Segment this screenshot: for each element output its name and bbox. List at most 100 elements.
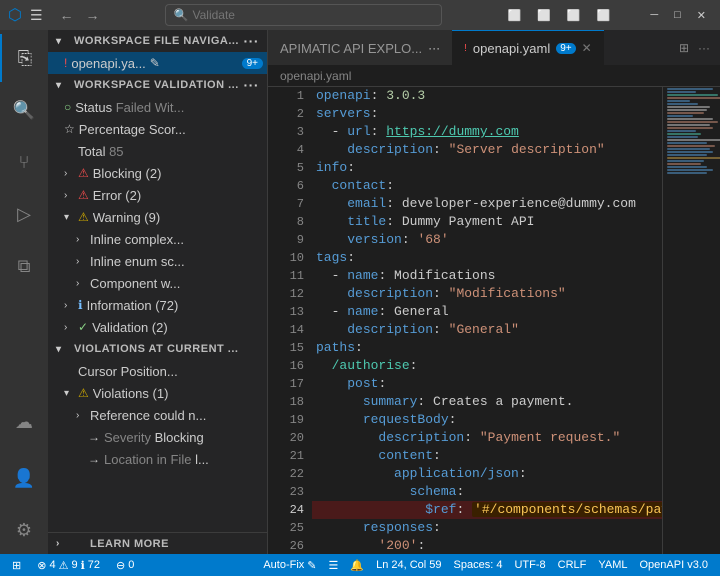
info-count: 72 (88, 559, 100, 571)
code-line-6: contact: (312, 177, 662, 195)
more-options-icon[interactable]: ··· (244, 33, 260, 49)
status-no-problems[interactable]: ⊖ 0 (112, 554, 138, 576)
blocking-error-icon: ⚠ (78, 166, 89, 180)
sidebar-item-warning[interactable]: ▾ ⚠ Warning (9) (48, 206, 267, 228)
tab-apimatic[interactable]: APIMATIC API EXPLO... ··· (268, 30, 452, 65)
chevron-right-icon-inline2: › (76, 256, 88, 267)
activity-search[interactable]: 🔍 (0, 86, 48, 134)
language-label: YAML (598, 559, 627, 571)
status-extension[interactable]: OpenAPI v3.0 (636, 559, 713, 571)
layout-icon-3[interactable]: ⬜ (561, 7, 587, 24)
activity-explorer[interactable]: ⎘ (0, 34, 48, 82)
nav-back-button[interactable]: ← (55, 5, 79, 25)
learn-more-label[interactable]: LEARN MORE (74, 533, 177, 555)
close-button[interactable]: ✕ (691, 7, 712, 24)
ln-18: 18 (268, 393, 304, 411)
status-errors[interactable]: ⊗ 4 ⚠ 9 ℹ 72 (33, 554, 104, 576)
sidebar-item-information[interactable]: › ℹ Information (72) (48, 294, 267, 316)
activity-extensions[interactable]: ⧉ (0, 242, 48, 290)
layout-icon-4[interactable]: ⬜ (591, 7, 617, 24)
sidebar-item-violations[interactable]: ▾ ⚠ Violations (1) (48, 382, 267, 404)
sidebar-item-reference[interactable]: › Reference could n... (48, 404, 267, 426)
code-line-5: info: (312, 159, 662, 177)
code-line-16: /authorise: (312, 357, 662, 375)
sidebar-item-validation[interactable]: › ✓ Validation (2) (48, 316, 267, 338)
ln-9: 9 (268, 231, 304, 249)
vscode-icon: ⬡ (8, 5, 22, 25)
sidebar-item-inline-enum[interactable]: › Inline enum sc... (48, 250, 267, 272)
sidebar-item-location: → Location in File l... (48, 448, 267, 470)
code-line-21: content: (312, 447, 662, 465)
sidebar-item-error[interactable]: › ⚠ Error (2) (48, 184, 267, 206)
auto-fix-icon: ✎ (307, 559, 316, 572)
split-editor-icon[interactable]: ⊞ (676, 40, 692, 56)
workspace-file-nav-section: ▾ WORKSPACE FILE NAVIGA... ··· ! openapi… (48, 30, 267, 74)
sidebar-item-cursor[interactable]: Cursor Position... (48, 360, 267, 382)
tab-more-icon[interactable]: ··· (428, 41, 440, 55)
layout-icon-2[interactable]: ⬜ (531, 7, 557, 24)
activity-remote[interactable]: ☁ (0, 398, 48, 446)
status-icons-2[interactable]: 🔔 (346, 559, 368, 572)
file-path-label: openapi.yaml (280, 69, 351, 83)
editor-content: 1 2 3 4 5 6 7 8 9 10 11 12 13 14 15 16 1… (268, 87, 720, 554)
more-actions-icon[interactable]: ··· (696, 40, 712, 56)
tab-close-icon[interactable]: ✕ (582, 41, 592, 55)
sidebar-item-openapi[interactable]: ! openapi.ya... ✎ 9+ (48, 52, 267, 74)
learn-more-section[interactable]: › LEARN MORE (48, 532, 267, 554)
sidebar-item-total[interactable]: Total 85 (48, 140, 267, 162)
component-label: Component w... (90, 276, 180, 291)
cursor-position: Ln 24, Col 59 (376, 559, 441, 571)
status-icons[interactable]: ☰ (325, 559, 343, 572)
status-spaces[interactable]: Spaces: 4 (450, 559, 507, 571)
layout-icon-1[interactable]: ⬜ (502, 7, 528, 24)
ln-11: 11 (268, 267, 304, 285)
ln-7: 7 (268, 195, 304, 213)
ln-15: 15 (268, 339, 304, 357)
status-cursor[interactable]: Ln 24, Col 59 (372, 559, 445, 571)
activity-git[interactable]: ⑂ (0, 138, 48, 186)
circle-check-icon: ○ (64, 100, 71, 114)
minimize-button[interactable]: ─ (644, 7, 664, 23)
activity-debug[interactable]: ▷ (0, 190, 48, 238)
workspace-file-nav-title: WORKSPACE FILE NAVIGA... (74, 35, 239, 47)
sidebar-item-percentage[interactable]: ☆ Percentage Scor... (48, 118, 267, 140)
workspace-file-nav-header[interactable]: ▾ WORKSPACE FILE NAVIGA... ··· (48, 30, 267, 52)
blocking-label: Blocking (2) (93, 166, 162, 181)
error-count: 4 (49, 559, 55, 571)
validation-more-options-icon[interactable]: ··· (244, 77, 260, 93)
ln-24: 24 (268, 501, 304, 519)
sidebar-item-inline-complex[interactable]: › Inline complex... (48, 228, 267, 250)
error-count-icon: ⊗ (37, 559, 46, 572)
sidebar-item-blocking[interactable]: › ⚠ Blocking (2) (48, 162, 267, 184)
sidebar-item-status[interactable]: ○ Status Failed Wit... (48, 96, 267, 118)
ln-20: 20 (268, 429, 304, 447)
chevron-right-icon-validation: › (64, 322, 76, 333)
status-language[interactable]: YAML (594, 559, 631, 571)
info-icon: ℹ (78, 298, 83, 312)
activity-settings[interactable]: ⚙ (0, 506, 48, 554)
severity-label: Severity Blocking (104, 430, 204, 445)
nav-forward-button[interactable]: → (81, 5, 105, 25)
maximize-button[interactable]: □ (668, 7, 687, 23)
violations-header[interactable]: ▾ VIOLATIONS AT CURRENT ... (48, 338, 267, 360)
hamburger-menu-icon[interactable]: ☰ (30, 7, 43, 24)
workspace-validation-header[interactable]: ▾ WORKSPACE VALIDATION ... ··· (48, 74, 267, 96)
violations-title: VIOLATIONS AT CURRENT ... (74, 343, 238, 355)
status-remote[interactable]: ⊞ (8, 554, 25, 576)
sidebar-item-component[interactable]: › Component w... (48, 272, 267, 294)
search-bar[interactable]: 🔍 (165, 4, 442, 26)
activity-account[interactable]: 👤 (0, 454, 48, 502)
code-line-14: description: "General" (312, 321, 662, 339)
ln-14: 14 (268, 321, 304, 339)
search-input[interactable] (192, 8, 432, 22)
code-area[interactable]: openapi: 3.0.3 servers: - url: https://d… (312, 87, 662, 554)
validation-label: Validation (2) (92, 320, 168, 335)
status-auto-fix[interactable]: Auto-Fix ✎ (259, 559, 320, 572)
sidebar: ▾ WORKSPACE FILE NAVIGA... ··· ! openapi… (48, 30, 268, 554)
tab-openapi[interactable]: ! openapi.yaml 9+ ✕ (452, 30, 604, 65)
tab-apimatic-label: APIMATIC API EXPLO... (280, 41, 422, 56)
status-encoding[interactable]: UTF-8 (510, 559, 549, 571)
code-line-25: responses: (312, 519, 662, 537)
status-line-ending[interactable]: CRLF (554, 559, 591, 571)
chevron-down-icon-2: ▾ (56, 80, 68, 91)
